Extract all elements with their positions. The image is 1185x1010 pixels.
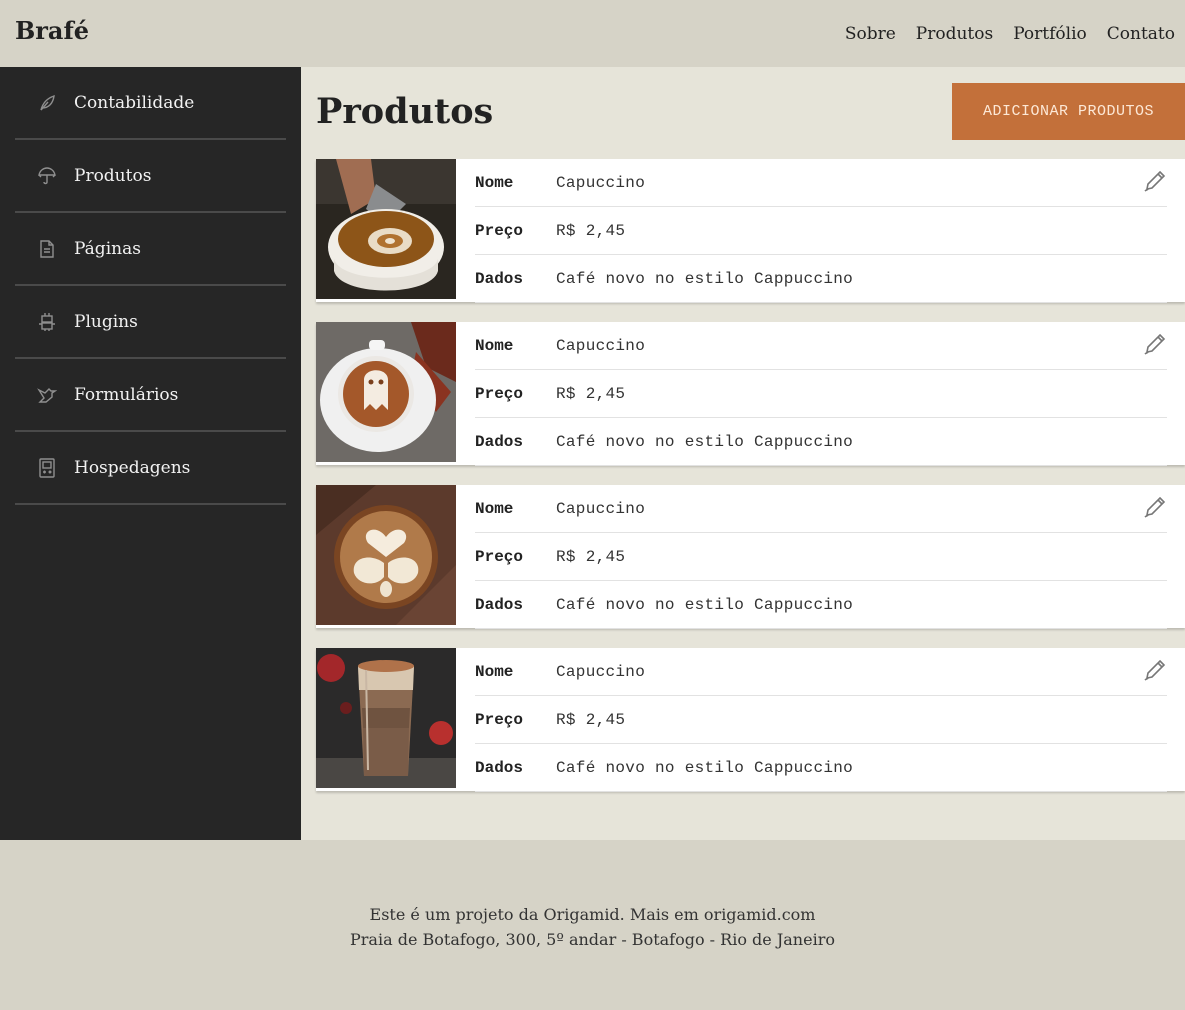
sidebar-item-label: Plugins xyxy=(74,311,138,332)
nav-link-sobre[interactable]: Sobre xyxy=(845,24,896,44)
product-price: R$ 2,45 xyxy=(556,547,626,566)
product-name: Capuccino xyxy=(556,499,646,518)
data-label: Dados xyxy=(475,269,524,288)
document-icon xyxy=(37,239,57,259)
data-label: Dados xyxy=(475,432,524,451)
page-title: Produtos xyxy=(316,91,494,132)
name-label: Nome xyxy=(475,662,514,681)
sidebar-item-label: Páginas xyxy=(74,238,141,259)
heart-wings-latte-art-photo xyxy=(316,485,456,625)
nav-link-produtos[interactable]: Produtos xyxy=(916,24,993,44)
sidebar-item-label: Produtos xyxy=(74,165,152,186)
product-card: Nome Capuccino Preço R$ 2,45 Dados Café nov… xyxy=(316,322,1185,466)
data-label: Dados xyxy=(475,595,524,614)
sidebar-item-hospedagens[interactable]: Hospedagens xyxy=(15,432,286,505)
top-nav: Sobre Produtos Portfólio Contato xyxy=(845,24,1175,44)
robot-icon xyxy=(37,312,57,332)
pencil-icon[interactable] xyxy=(1143,332,1167,356)
pencil-icon[interactable] xyxy=(1143,169,1167,193)
sidebar-item-paginas[interactable]: Páginas xyxy=(15,213,286,286)
nav-link-contato[interactable]: Contato xyxy=(1107,24,1175,44)
site-footer: Este é um projeto da Origamid. Mais em o… xyxy=(0,840,1185,1010)
sidebar-item-label: Formulários xyxy=(74,384,179,405)
sidebar-item-label: Hospedagens xyxy=(74,457,191,478)
name-label: Nome xyxy=(475,499,514,518)
price-label: Preço xyxy=(475,384,524,403)
footer-address: Praia de Botafogo, 300, 5º andar - Botaf… xyxy=(350,930,835,949)
sidebar: Contabilidade Produtos Páginas Plugins F… xyxy=(0,67,301,840)
sidebar-item-plugins[interactable]: Plugins xyxy=(15,286,286,359)
pencil-icon[interactable] xyxy=(1143,658,1167,682)
gameboy-icon xyxy=(37,457,57,478)
main-content: Produtos ADICIONAR PRODUTOS Nome Capuccin… xyxy=(301,67,1185,840)
data-label: Dados xyxy=(475,758,524,777)
sidebar-item-contabilidade[interactable]: Contabilidade xyxy=(15,67,286,140)
price-label: Preço xyxy=(475,221,524,240)
umbrella-icon xyxy=(37,166,57,186)
product-name: Capuccino xyxy=(556,336,646,355)
glass-cappuccino-photo xyxy=(316,648,456,788)
product-data: Café novo no estilo Cappuccino xyxy=(556,432,854,451)
product-card: Nome Capuccino Preço R$ 2,45 Dados Café nov… xyxy=(316,485,1185,629)
logo[interactable]: Brafé xyxy=(15,16,89,45)
product-data: Café novo no estilo Cappuccino xyxy=(556,595,854,614)
product-price: R$ 2,45 xyxy=(556,221,626,240)
product-data: Café novo no estilo Cappuccino xyxy=(556,269,854,288)
product-name: Capuccino xyxy=(556,173,646,192)
name-label: Nome xyxy=(475,336,514,355)
name-label: Nome xyxy=(475,173,514,192)
footer-credit: Este é um projeto da Origamid. Mais em o… xyxy=(369,905,816,924)
site-header: Brafé Sobre Produtos Portfólio Contato xyxy=(0,0,1185,67)
product-price: R$ 2,45 xyxy=(556,384,626,403)
product-card: Nome Capuccino Preço R$ 2,45 Dados Café nov… xyxy=(316,648,1185,792)
latte-art-pour-photo xyxy=(316,159,456,299)
price-label: Preço xyxy=(475,547,524,566)
sidebar-item-produtos[interactable]: Produtos xyxy=(15,140,286,213)
bird-icon xyxy=(37,385,57,405)
add-products-button[interactable]: ADICIONAR PRODUTOS xyxy=(952,83,1185,140)
product-price: R$ 2,45 xyxy=(556,710,626,729)
leaf-icon xyxy=(37,93,57,113)
product-name: Capuccino xyxy=(556,662,646,681)
sidebar-item-formularios[interactable]: Formulários xyxy=(15,359,286,432)
price-label: Preço xyxy=(475,710,524,729)
product-data: Café novo no estilo Cappuccino xyxy=(556,758,854,777)
product-card: Nome Capuccino Preço R$ 2,45 Dados Café nov… xyxy=(316,159,1185,303)
sidebar-item-label: Contabilidade xyxy=(74,92,195,113)
nav-link-portfolio[interactable]: Portfólio xyxy=(1013,24,1087,44)
pencil-icon[interactable] xyxy=(1143,495,1167,519)
ghost-latte-art-photo xyxy=(316,322,456,462)
